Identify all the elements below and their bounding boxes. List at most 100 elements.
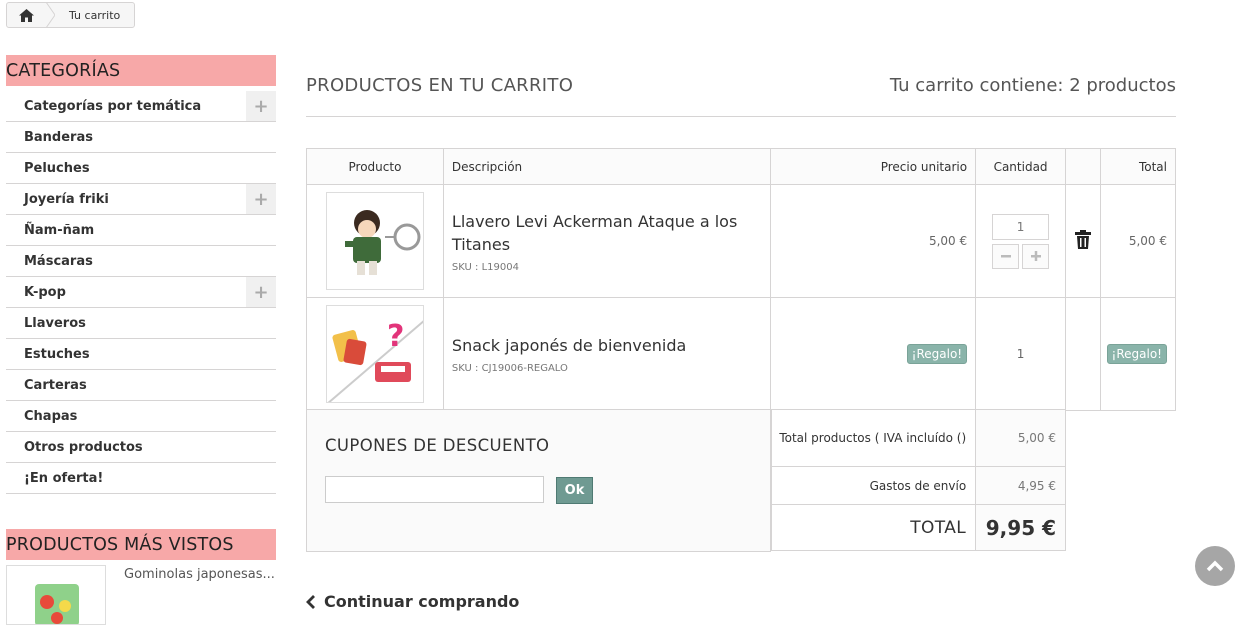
total-products-value: 5,00 €: [975, 409, 1066, 467]
viewed-product-name[interactable]: Gominolas japonesas...: [106, 565, 275, 625]
category-label[interactable]: Banderas: [6, 130, 93, 145]
categories-title: CATEGORÍAS: [6, 55, 276, 86]
quantity-input[interactable]: 1: [992, 213, 1050, 240]
quantity-stepper: [976, 243, 1065, 269]
category-item[interactable]: Banderas: [6, 122, 276, 153]
trash-icon[interactable]: [1075, 229, 1091, 249]
coupon-title: CUPONES DE DESCUENTO: [325, 436, 550, 455]
grand-total-value: 9,95 €: [975, 504, 1066, 551]
line-total-cell: ¡Regalo!: [1099, 297, 1177, 411]
product-image[interactable]: [325, 192, 424, 290]
totals-table: Total productos ( IVA incluído () 5,00 €…: [770, 409, 1066, 551]
viewed-product[interactable]: Gominolas japonesas...: [6, 565, 276, 625]
product-description-cell: Llavero Levi Ackerman Ataque a los Titan…: [442, 184, 772, 298]
category-item[interactable]: Ñam-ñam: [6, 215, 276, 246]
table-row: Llavero Levi Ackerman Ataque a los Titan…: [306, 184, 1177, 298]
quantity-value: 1: [975, 297, 1067, 411]
category-label[interactable]: Otros productos: [6, 440, 143, 455]
quantity-decrease-button[interactable]: [992, 243, 1020, 269]
category-label[interactable]: ¡En oferta!: [6, 471, 103, 486]
product-description-cell: Snack japonés de bienvenida SKU : CJ1900…: [442, 297, 772, 411]
totals-row: Total productos ( IVA incluído () 5,00 €: [770, 409, 1066, 467]
unit-price-cell: ¡Regalo!: [770, 297, 977, 411]
product-image-cell: ?: [306, 297, 444, 411]
breadcrumb-home-link[interactable]: [7, 2, 55, 28]
category-label[interactable]: K-pop: [6, 285, 66, 300]
category-label[interactable]: Chapas: [6, 409, 77, 424]
header-delete: [1065, 148, 1101, 185]
delete-cell: [1065, 297, 1101, 411]
quantity-increase-button[interactable]: [1022, 243, 1050, 269]
category-label[interactable]: Joyería friki: [6, 192, 109, 207]
header-unit-price: Precio unitario: [770, 148, 977, 185]
product-name[interactable]: Snack japonés de bienvenida: [444, 334, 771, 357]
category-list: Categorías por temática + Banderas Peluch…: [6, 91, 276, 494]
category-item[interactable]: Carteras: [6, 370, 276, 401]
breadcrumb: Tu carrito: [6, 2, 135, 28]
expand-plus-icon[interactable]: +: [246, 277, 276, 307]
delete-cell: [1065, 184, 1101, 298]
coupon-section: CUPONES DE DESCUENTO Ok: [306, 409, 771, 552]
chevron-up-icon: [1206, 560, 1224, 572]
category-label[interactable]: Llaveros: [6, 316, 86, 331]
category-item[interactable]: ¡En oferta!: [6, 463, 276, 494]
cart-count: Tu carrito contiene: 2 productos: [889, 75, 1176, 96]
header-product: Producto: [306, 148, 444, 185]
page-title: PRODUCTOS EN TU CARRITO: [306, 75, 574, 96]
header-description: Descripción: [442, 148, 772, 185]
category-item[interactable]: Llaveros: [6, 308, 276, 339]
category-label[interactable]: Ñam-ñam: [6, 223, 94, 238]
category-item[interactable]: Categorías por temática +: [6, 91, 276, 122]
gift-badge: ¡Regalo!: [1106, 344, 1167, 364]
product-image-cell: [306, 184, 444, 298]
table-row: ? Snack japonés de bienvenida SKU : CJ19…: [306, 297, 1177, 411]
viewed-product-image[interactable]: [6, 565, 106, 625]
expand-plus-icon[interactable]: +: [246, 184, 276, 214]
category-item[interactable]: K-pop +: [6, 277, 276, 308]
product-image[interactable]: ?: [325, 305, 424, 403]
totals-row: TOTAL 9,95 €: [770, 504, 1066, 551]
scroll-to-top-button[interactable]: [1195, 546, 1235, 586]
category-label[interactable]: Peluches: [6, 161, 90, 176]
category-label[interactable]: Categorías por temática: [6, 99, 201, 114]
shipping-value: 4,95 €: [975, 466, 1066, 505]
unit-price: 5,00 €: [770, 184, 977, 298]
header-quantity: Cantidad: [975, 148, 1067, 185]
category-label[interactable]: Estuches: [6, 347, 90, 362]
category-item[interactable]: Peluches: [6, 153, 276, 184]
category-item[interactable]: Estuches: [6, 339, 276, 370]
minus-icon: [1000, 255, 1011, 258]
breadcrumb-arrow-icon: [46, 2, 55, 28]
breadcrumb-current: Tu carrito: [69, 8, 121, 22]
category-label[interactable]: Carteras: [6, 378, 87, 393]
svg-text:?: ?: [387, 319, 404, 354]
total-products-label: Total productos ( IVA incluído (): [770, 409, 977, 467]
coupon-input[interactable]: [325, 476, 544, 503]
category-item[interactable]: Otros productos: [6, 432, 276, 463]
most-viewed-title: PRODUCTOS MÁS VISTOS: [6, 529, 276, 560]
product-sku: SKU : CJ19006-REGALO: [451, 363, 568, 374]
category-item[interactable]: Máscaras: [6, 246, 276, 277]
coupon-ok-button[interactable]: Ok: [556, 477, 593, 504]
totals-row: Gastos de envío 4,95 €: [770, 466, 1066, 505]
cart-main: PRODUCTOS EN TU CARRITO Tu carrito conti…: [306, 55, 1177, 611]
home-icon: [19, 8, 34, 22]
line-total: 5,00 €: [1099, 184, 1177, 298]
continue-shopping-link[interactable]: Continuar comprando: [306, 592, 519, 611]
cart-header: PRODUCTOS EN TU CARRITO Tu carrito conti…: [306, 55, 1176, 117]
category-item[interactable]: Joyería friki +: [6, 184, 276, 215]
grand-total-label: TOTAL: [770, 504, 977, 551]
continue-shopping-label[interactable]: Continuar comprando: [324, 592, 519, 611]
category-label[interactable]: Máscaras: [6, 254, 93, 269]
category-item[interactable]: Chapas: [6, 401, 276, 432]
plus-icon: [1030, 251, 1041, 261]
shipping-label: Gastos de envío: [770, 466, 977, 505]
sidebar: CATEGORÍAS Categorías por temática + Band…: [6, 55, 276, 625]
cart-table: Producto Descripción Precio unitario Can…: [306, 148, 1177, 411]
header-total: Total: [1099, 148, 1177, 185]
gift-badge: ¡Regalo!: [906, 344, 968, 364]
product-name[interactable]: Llavero Levi Ackerman Ataque a los Titan…: [444, 210, 771, 256]
chevron-left-icon: [306, 594, 315, 609]
quantity-cell: 1: [975, 184, 1067, 298]
expand-plus-icon[interactable]: +: [246, 91, 276, 121]
